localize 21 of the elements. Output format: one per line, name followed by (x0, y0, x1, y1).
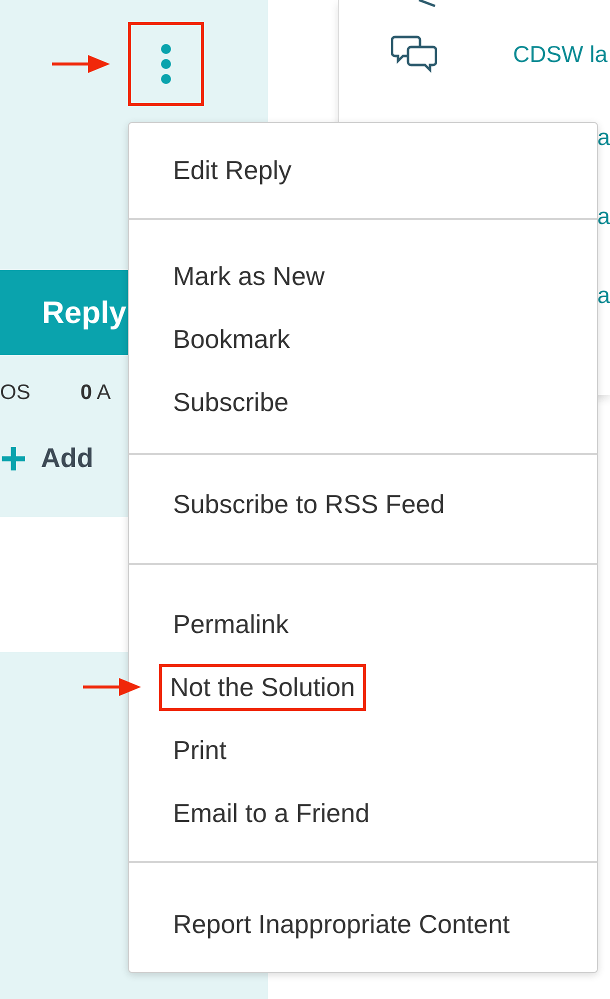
annotation-arrow (52, 53, 110, 75)
menu-item[interactable]: Edit Reply (170, 147, 302, 194)
stat-label: OS (0, 381, 30, 405)
add-tag-link[interactable]: + Add (0, 435, 94, 481)
stat-label: 0 A (80, 381, 111, 405)
annotation-arrow (83, 676, 141, 698)
menu-item[interactable]: Bookmark (170, 316, 302, 363)
topic-link[interactable]: a (597, 282, 610, 309)
more-options-icon[interactable] (160, 44, 172, 84)
chat-icon (391, 35, 437, 73)
menu-item[interactable]: Subscribe (170, 379, 300, 426)
menu-item[interactable]: Not the Solution (159, 664, 366, 711)
topic-link[interactable]: a (597, 203, 610, 230)
menu-item[interactable]: Report Inappropriate Content (170, 901, 521, 948)
menu-item[interactable]: Permalink (170, 601, 300, 648)
topic-link[interactable]: CDSW la (513, 40, 608, 68)
menu-item[interactable]: Print (170, 727, 238, 774)
topic-link[interactable]: a (597, 124, 610, 151)
menu-item[interactable]: Email to a Friend (170, 790, 381, 837)
menu-item[interactable]: Mark as New (170, 253, 336, 300)
menu-item[interactable]: Subscribe to RSS Feed (170, 480, 456, 528)
